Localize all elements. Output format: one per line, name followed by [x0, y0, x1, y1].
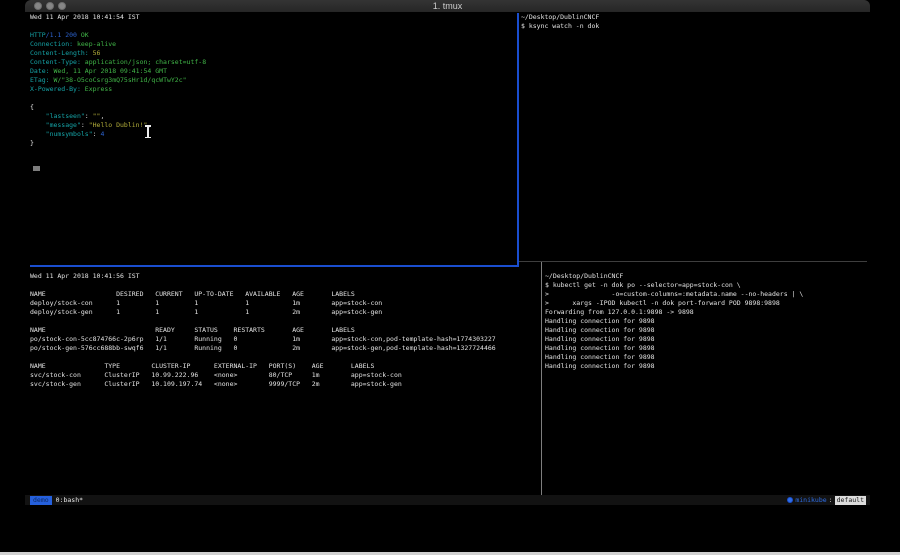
tmux-status-bar: demo 0:bash* minikube : default: [25, 495, 870, 505]
timestamp: Wed 11 Apr 2018 10:41:56 IST: [30, 272, 496, 281]
output-line: Handling connection for 9898: [545, 326, 803, 335]
status-left: demo 0:bash*: [30, 496, 83, 505]
header-name: X-Powered-By:: [30, 85, 81, 93]
output-line: Forwarding from 127.0.0.1:9898 -> 9898: [545, 308, 803, 317]
blank-line: [30, 353, 496, 362]
pane-border-horizontal[interactable]: [519, 261, 867, 262]
json-value: 4: [100, 130, 104, 138]
svc-table-header: NAME TYPE CLUSTER-IP EXTERNAL-IP PORT(S)…: [30, 362, 496, 371]
k8s-context: minikube: [795, 496, 826, 505]
json-value: "Hello Dublin!": [89, 121, 148, 129]
pane-port-forward[interactable]: ~/Desktop/DublinCNCF $ kubectl get -n do…: [545, 272, 803, 371]
working-directory: ~/Desktop/DublinCNCF: [545, 272, 803, 281]
active-pane-border-vertical[interactable]: [517, 13, 519, 266]
header-value: application/json; charset=utf-8: [81, 58, 206, 66]
http-header: X-Powered-By: Express: [30, 85, 206, 94]
json-open-brace: {: [30, 103, 206, 112]
json-comma: ,: [100, 112, 104, 120]
output-line: Handling connection for 9898: [545, 344, 803, 353]
http-header: ETag: W/"38-O5coCsrg3mQ75sHr1d/qcWTwY2c": [30, 76, 206, 85]
header-name: Content-Length:: [30, 49, 89, 57]
window-title: 1. tmux: [25, 1, 870, 11]
active-pane-border-horizontal[interactable]: [30, 265, 519, 267]
header-value: Wed, 11 Apr 2018 09:41:54 GMT: [50, 67, 167, 75]
header-value: Express: [81, 85, 112, 93]
context-namespace-separator: :: [829, 496, 833, 505]
json-colon: :: [81, 121, 89, 129]
pane-kubectl-get[interactable]: Wed 11 Apr 2018 10:41:56 IST NAME DESIRE…: [30, 272, 496, 389]
k8s-namespace-badge: default: [835, 496, 866, 505]
pane-border-vertical[interactable]: [541, 262, 542, 495]
command-line: $ ksync watch -n dok: [521, 22, 599, 31]
json-key: "message": [30, 121, 81, 129]
pod-table-row: po/stock-con-5cc874766c-2p6rp 1/1 Runnin…: [30, 335, 496, 344]
close-button[interactable]: [34, 2, 42, 10]
json-field: "numsymbols": 4: [30, 130, 206, 139]
output-line: Handling connection for 9898: [545, 353, 803, 362]
deploy-table-header: NAME DESIRED CURRENT UP-TO-DATE AVAILABL…: [30, 290, 496, 299]
http-status-line: HTTP/1.1 200 OK: [30, 31, 206, 40]
header-name: Date:: [30, 67, 50, 75]
http-header: Content-Length: 56: [30, 49, 206, 58]
output-line: Handling connection for 9898: [545, 335, 803, 344]
window-titlebar: 1. tmux: [25, 0, 870, 12]
kubernetes-icon: [787, 497, 793, 503]
terminal-cursor: [33, 166, 40, 171]
blank-line: [30, 22, 206, 31]
http-header: Connection: keep-alive: [30, 40, 206, 49]
output-line: Handling connection for 9898: [545, 362, 803, 371]
json-close-brace: }: [30, 139, 206, 148]
ibeam-bottom-serif: [145, 137, 151, 139]
deploy-table-row: deploy/stock-gen 1 1 1 1 2m app=stock-ge…: [30, 308, 496, 317]
json-colon: :: [85, 112, 93, 120]
ibeam-bar: [147, 126, 149, 137]
http-version-code: /1.1 200: [46, 31, 81, 39]
http-header: Date: Wed, 11 Apr 2018 09:41:54 GMT: [30, 67, 206, 76]
svc-table-row: svc/stock-gen ClusterIP 10.109.197.74 <n…: [30, 380, 496, 389]
json-field: "lastseen": "",: [30, 112, 206, 121]
output-line: Handling connection for 9898: [545, 317, 803, 326]
http-header: Content-Type: application/json; charset=…: [30, 58, 206, 67]
command-continuation: > -o=custom-columns=:metadata.name --no-…: [545, 290, 803, 299]
pane-http-response[interactable]: Wed 11 Apr 2018 10:41:54 IST HTTP/1.1 20…: [30, 13, 206, 148]
session-name-badge: demo: [30, 496, 52, 505]
timestamp: Wed 11 Apr 2018 10:41:54 IST: [30, 13, 206, 22]
json-key: "lastseen": [30, 112, 85, 120]
json-key: "numsymbols": [30, 130, 93, 138]
working-directory: ~/Desktop/DublinCNCF: [521, 13, 599, 22]
window-tab-bash[interactable]: 0:bash*: [56, 496, 83, 505]
pane-ksync[interactable]: ~/Desktop/DublinCNCF $ ksync watch -n do…: [521, 13, 599, 31]
deploy-table-row: deploy/stock-con 1 1 1 1 1m app=stock-co…: [30, 299, 496, 308]
pod-table-row: po/stock-gen-576cc688bb-swqf6 1/1 Runnin…: [30, 344, 496, 353]
http-reason: OK: [81, 31, 89, 39]
blank-line: [30, 94, 206, 103]
header-value: W/"38-O5coCsrg3mQ75sHr1d/qcWTwY2c": [50, 76, 187, 84]
command-continuation: > xargs -IPOD kubectl -n dok port-forwar…: [545, 299, 803, 308]
header-name: ETag:: [30, 76, 50, 84]
http-proto: HTTP: [30, 31, 46, 39]
header-value: keep-alive: [73, 40, 116, 48]
header-name: Content-Type:: [30, 58, 81, 66]
pod-table-header: NAME READY STATUS RESTARTS AGE LABELS: [30, 326, 496, 335]
blank-line: [30, 317, 496, 326]
svc-table-row: svc/stock-con ClusterIP 10.99.222.96 <no…: [30, 371, 496, 380]
mouse-text-cursor: [144, 125, 151, 138]
header-name: Connection:: [30, 40, 73, 48]
status-right: minikube : default: [787, 496, 866, 505]
minimize-button[interactable]: [46, 2, 54, 10]
header-value: 56: [89, 49, 101, 57]
blank-line: [30, 281, 496, 290]
json-field: "message": "Hello Dublin!",: [30, 121, 206, 130]
traffic-lights: [34, 2, 66, 10]
command-line: $ kubectl get -n dok po --selector=app=s…: [545, 281, 803, 290]
zoom-button[interactable]: [58, 2, 66, 10]
